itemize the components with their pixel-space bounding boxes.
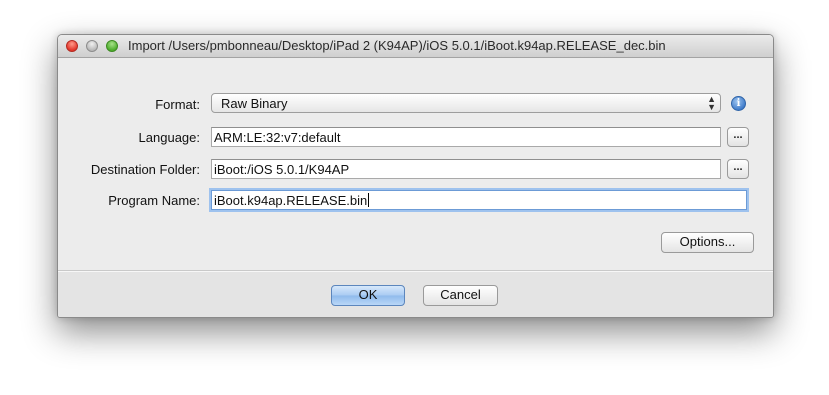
title-bar[interactable]: Import /Users/pmbonneau/Desktop/iPad 2 (… xyxy=(58,35,773,58)
format-label: Format: xyxy=(155,97,200,112)
text-caret xyxy=(368,193,370,207)
close-window-button[interactable] xyxy=(66,40,78,52)
language-field[interactable]: ARM:LE:32:v7:default xyxy=(211,127,721,147)
program-name-label: Program Name: xyxy=(108,193,200,208)
program-name-field[interactable]: iBoot.k94ap.RELEASE.bin xyxy=(211,190,747,210)
cancel-button[interactable]: Cancel xyxy=(423,285,498,306)
program-name-value: iBoot.k94ap.RELEASE.bin xyxy=(214,193,368,208)
import-form: Format: Raw Binary ▲ ▼ i Language: ARM:LE… xyxy=(58,58,773,270)
destination-browse-button[interactable]: ... xyxy=(727,159,749,179)
format-select-value: Raw Binary xyxy=(221,96,288,111)
info-icon[interactable]: i xyxy=(731,96,746,111)
window-title: Import /Users/pmbonneau/Desktop/iPad 2 (… xyxy=(128,38,666,53)
ok-button[interactable]: OK xyxy=(331,285,405,306)
language-browse-button[interactable]: ... xyxy=(727,127,749,147)
format-select[interactable]: Raw Binary ▲ ▼ xyxy=(211,93,721,113)
destination-folder-label: Destination Folder: xyxy=(90,162,200,177)
dialog-footer: OK Cancel xyxy=(58,272,773,317)
options-button[interactable]: Options... xyxy=(661,232,754,253)
language-label: Language: xyxy=(138,130,200,145)
import-dialog: Import /Users/pmbonneau/Desktop/iPad 2 (… xyxy=(57,34,774,318)
minimize-window-button[interactable] xyxy=(86,40,98,52)
destination-folder-field[interactable]: iBoot:/iOS 5.0.1/K94AP xyxy=(211,159,721,179)
select-arrows-icon: ▲ ▼ xyxy=(707,94,716,112)
zoom-window-button[interactable] xyxy=(106,40,118,52)
